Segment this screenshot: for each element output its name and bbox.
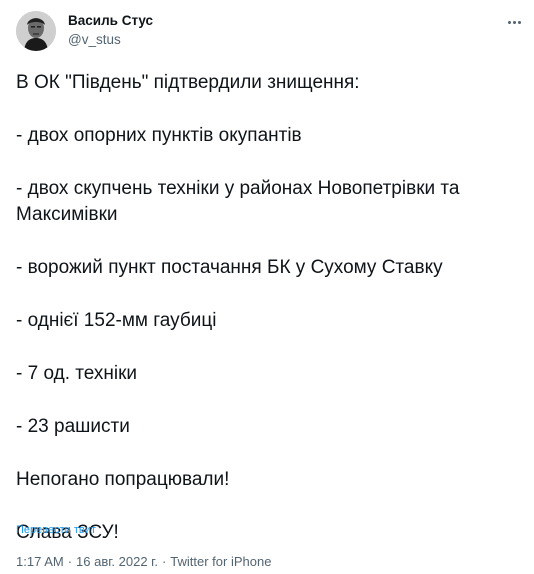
more-options-icon[interactable] (502, 12, 526, 32)
tweet-line: - однієї 152-мм гаубиці (16, 310, 217, 331)
ukraine-flag-icon (121, 522, 147, 540)
tweet-line: - 7 од. техніки (16, 363, 138, 384)
portrait-photo-icon (16, 11, 56, 51)
tweet-line: - 23 рашисти (16, 416, 130, 437)
tweet-time[interactable]: 1:17 AM (16, 554, 64, 569)
tweet-line: В ОК "Південь" підтвердили знищення: (16, 72, 360, 93)
author-handle[interactable]: @v_stus (68, 31, 121, 48)
translate-tweet-link[interactable]: Перевести твит (16, 523, 96, 537)
tweet-meta: 1:17 AM · 16 авг. 2022 г. · Twitter for iPho… (16, 553, 271, 570)
tweet-card: Василь Стус @v_stus В ОК "Південь" підтв… (0, 0, 534, 574)
tweet-line: Непогано попрацювали! (16, 469, 230, 490)
tweet-line: - двох опорних пунктів окупантів (16, 125, 302, 146)
meta-separator: · (67, 554, 73, 569)
tweet-line: - ворожий пункт постачання БК у Сухому С… (16, 257, 443, 278)
tweet-text: В ОК "Південь" підтвердили знищення: - д… (16, 70, 520, 546)
meta-separator: · (161, 554, 167, 569)
tweet-source: Twitter for iPhone (170, 554, 272, 569)
tweet-line: - двох скупчень техніки у районах Новопе… (16, 178, 460, 225)
avatar[interactable] (16, 11, 56, 51)
tweet-date[interactable]: 16 авг. 2022 г. (76, 554, 158, 569)
author-name[interactable]: Василь Стус (68, 12, 153, 30)
